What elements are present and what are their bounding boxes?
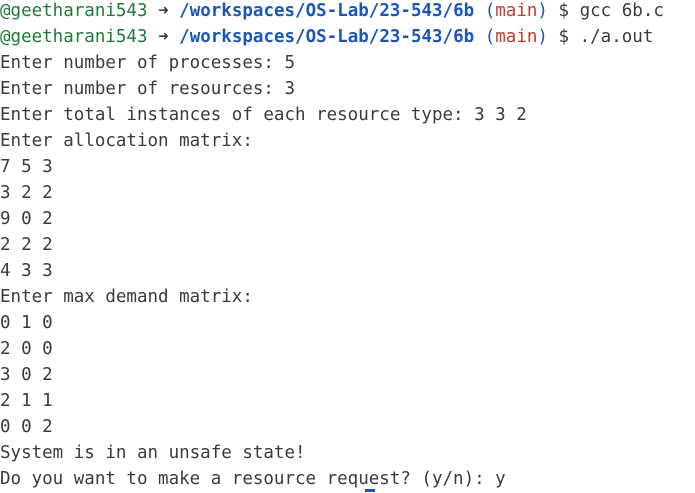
output-line: 2 0 0 — [0, 339, 53, 359]
output-line: 3 0 2 — [0, 365, 53, 385]
output-line: Do you want to make a resource request? … — [0, 469, 506, 489]
output-line: 2 1 1 — [0, 391, 53, 411]
output-line: 0 1 0 — [0, 313, 53, 333]
prompt-line: @geetharani543 ➜ /workspaces/OS-Lab/23-5… — [0, 24, 653, 50]
terminal-panel[interactable]: @geetharani543 ➜ /workspaces/OS-Lab/23-5… — [0, 0, 695, 493]
output-line: 0 0 2 — [0, 417, 53, 437]
prompt-path: /workspaces/OS-Lab/23-543/6b — [179, 1, 475, 21]
output-line: Enter number of resources: 3 — [0, 79, 296, 99]
branch-open: ( — [484, 27, 496, 47]
output-line: Enter total instances of each resource t… — [0, 105, 527, 125]
git-branch: main — [495, 1, 538, 21]
prompt-arrow-icon: ➜ — [158, 27, 169, 47]
output-line: 7 5 3 — [0, 157, 53, 177]
output-line: 9 0 2 — [0, 209, 53, 229]
prompt-arrow-icon: ➜ — [158, 1, 169, 21]
git-branch: main — [495, 27, 538, 47]
output-line: Enter number of processes: 5 — [0, 53, 296, 73]
prompt-command: ./a.out — [579, 27, 654, 47]
prompt-command: gcc 6b.c — [579, 1, 664, 21]
output-line: 2 2 2 — [0, 235, 53, 255]
branch-close: ) — [537, 1, 548, 21]
output-line: System is in an unsafe state! — [0, 443, 306, 463]
prompt-path: /workspaces/OS-Lab/23-543/6b — [179, 27, 475, 47]
prompt-line: @geetharani543 ➜ /workspaces/OS-Lab/23-5… — [0, 0, 664, 24]
branch-close: ) — [537, 27, 548, 47]
output-line: 4 3 3 — [0, 261, 53, 281]
output-line: 3 2 2 — [0, 183, 53, 203]
output-line: Enter allocation matrix: — [0, 131, 253, 151]
prompt-user: @geetharani543 — [0, 1, 148, 21]
prompt-dollar: $ — [558, 1, 570, 21]
output-line: Enter max demand matrix: — [0, 287, 253, 307]
branch-open: ( — [484, 1, 496, 21]
prompt-dollar: $ — [558, 27, 570, 47]
prompt-user: @geetharani543 — [0, 27, 148, 47]
text-cursor — [365, 489, 375, 492]
